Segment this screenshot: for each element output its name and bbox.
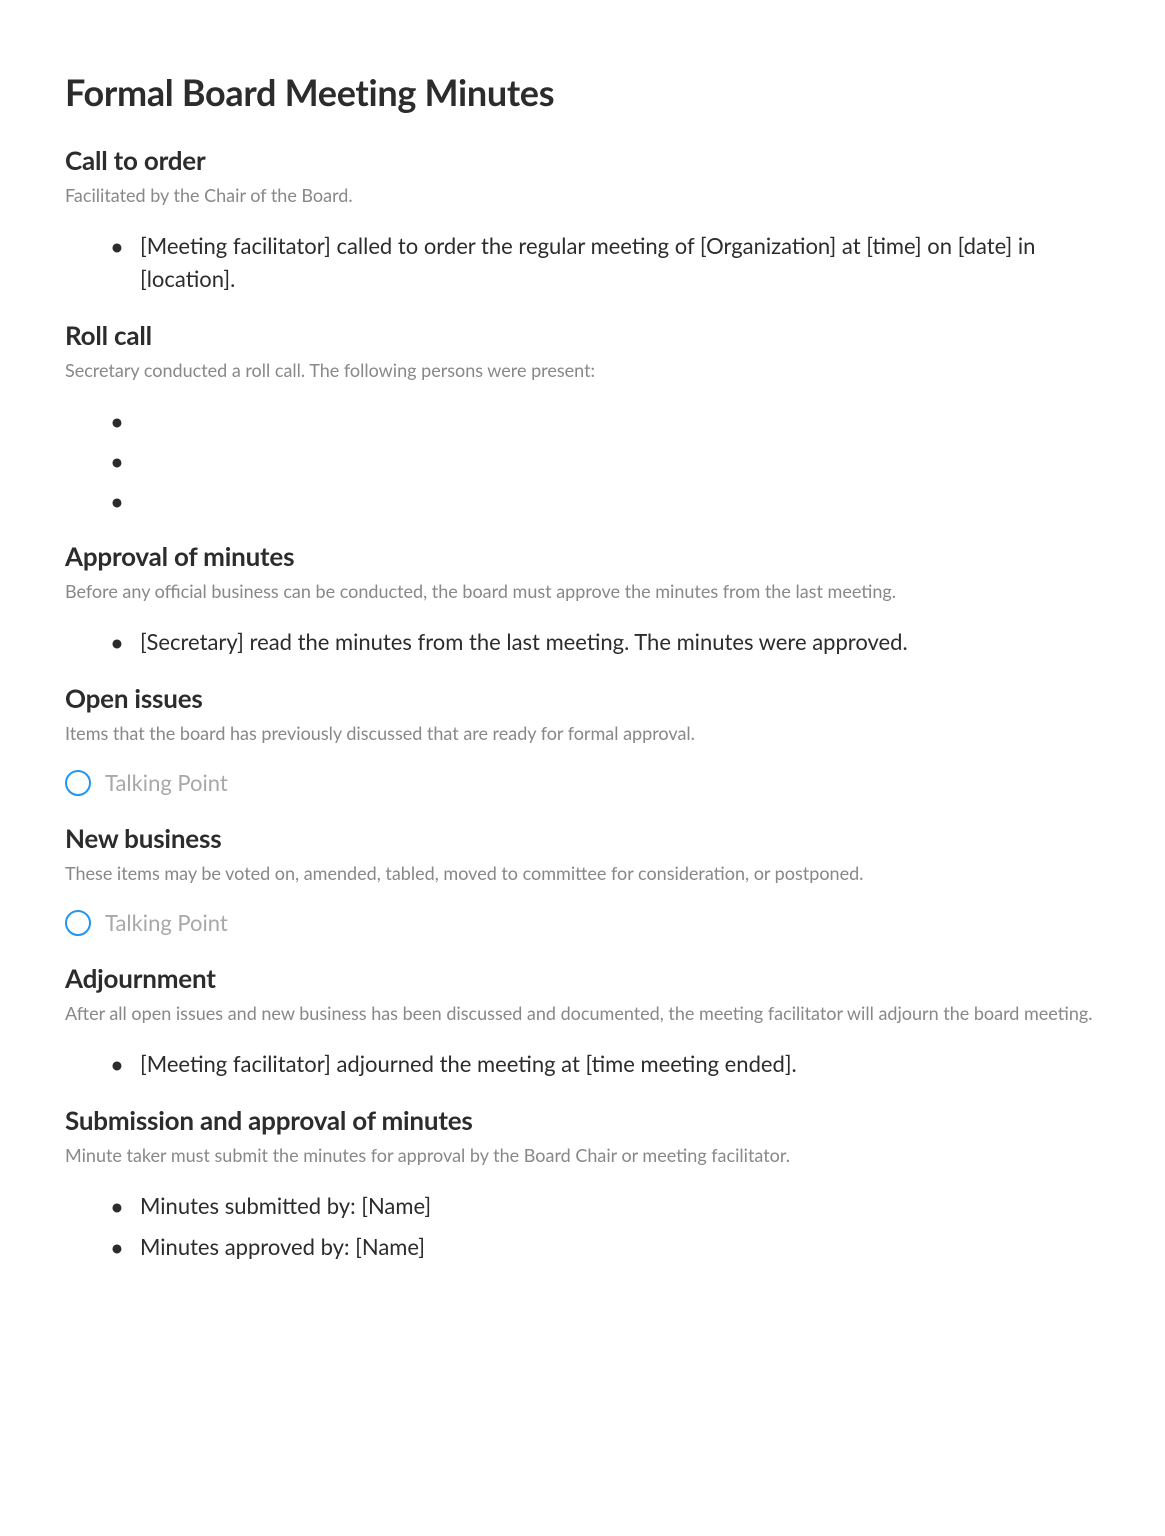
list-item[interactable]: [Meeting facilitator] called to order th… bbox=[110, 225, 1100, 299]
subtitle-open-issues: Items that the board has previously disc… bbox=[65, 720, 1100, 747]
list-roll-call bbox=[65, 400, 1100, 520]
heading-approval: Approval of minutes bbox=[65, 540, 1100, 572]
subtitle-adjournment: After all open issues and new business h… bbox=[65, 1000, 1100, 1027]
section-new-business: New business These items may be voted on… bbox=[65, 822, 1100, 942]
section-roll-call: Roll call Secretary conducted a roll cal… bbox=[65, 319, 1100, 520]
talking-point-label: Talking Point bbox=[105, 769, 228, 796]
list-approval: [Secretary] read the minutes from the la… bbox=[65, 621, 1100, 662]
list-call-to-order: [Meeting facilitator] called to order th… bbox=[65, 225, 1100, 299]
list-item[interactable] bbox=[110, 400, 1100, 440]
subtitle-submission: Minute taker must submit the minutes for… bbox=[65, 1142, 1100, 1169]
list-item[interactable] bbox=[110, 480, 1100, 520]
heading-open-issues: Open issues bbox=[65, 682, 1100, 714]
list-item[interactable]: Minutes approved by: [Name] bbox=[110, 1226, 1100, 1267]
document-title: Formal Board Meeting Minutes bbox=[65, 70, 1100, 114]
list-item[interactable]: [Meeting facilitator] adjourned the meet… bbox=[110, 1043, 1100, 1084]
heading-roll-call: Roll call bbox=[65, 319, 1100, 351]
list-item[interactable]: [Secretary] read the minutes from the la… bbox=[110, 621, 1100, 662]
subtitle-roll-call: Secretary conducted a roll call. The fol… bbox=[65, 357, 1100, 384]
section-submission: Submission and approval of minutes Minut… bbox=[65, 1104, 1100, 1267]
subtitle-new-business: These items may be voted on, amended, ta… bbox=[65, 860, 1100, 887]
list-adjournment: [Meeting facilitator] adjourned the meet… bbox=[65, 1043, 1100, 1084]
talking-point-label: Talking Point bbox=[105, 909, 228, 936]
heading-call-to-order: Call to order bbox=[65, 144, 1100, 176]
talking-point-open-issues[interactable]: Talking Point bbox=[65, 763, 1100, 802]
circle-icon bbox=[65, 770, 91, 796]
heading-new-business: New business bbox=[65, 822, 1100, 854]
section-open-issues: Open issues Items that the board has pre… bbox=[65, 682, 1100, 802]
talking-point-new-business[interactable]: Talking Point bbox=[65, 903, 1100, 942]
circle-icon bbox=[65, 910, 91, 936]
section-adjournment: Adjournment After all open issues and ne… bbox=[65, 962, 1100, 1084]
heading-adjournment: Adjournment bbox=[65, 962, 1100, 994]
subtitle-approval: Before any official business can be cond… bbox=[65, 578, 1100, 605]
heading-submission: Submission and approval of minutes bbox=[65, 1104, 1100, 1136]
list-item[interactable]: Minutes submitted by: [Name] bbox=[110, 1185, 1100, 1226]
section-call-to-order: Call to order Facilitated by the Chair o… bbox=[65, 144, 1100, 299]
list-item[interactable] bbox=[110, 440, 1100, 480]
section-approval: Approval of minutes Before any official … bbox=[65, 540, 1100, 662]
subtitle-call-to-order: Facilitated by the Chair of the Board. bbox=[65, 182, 1100, 209]
list-submission: Minutes submitted by: [Name] Minutes app… bbox=[65, 1185, 1100, 1267]
